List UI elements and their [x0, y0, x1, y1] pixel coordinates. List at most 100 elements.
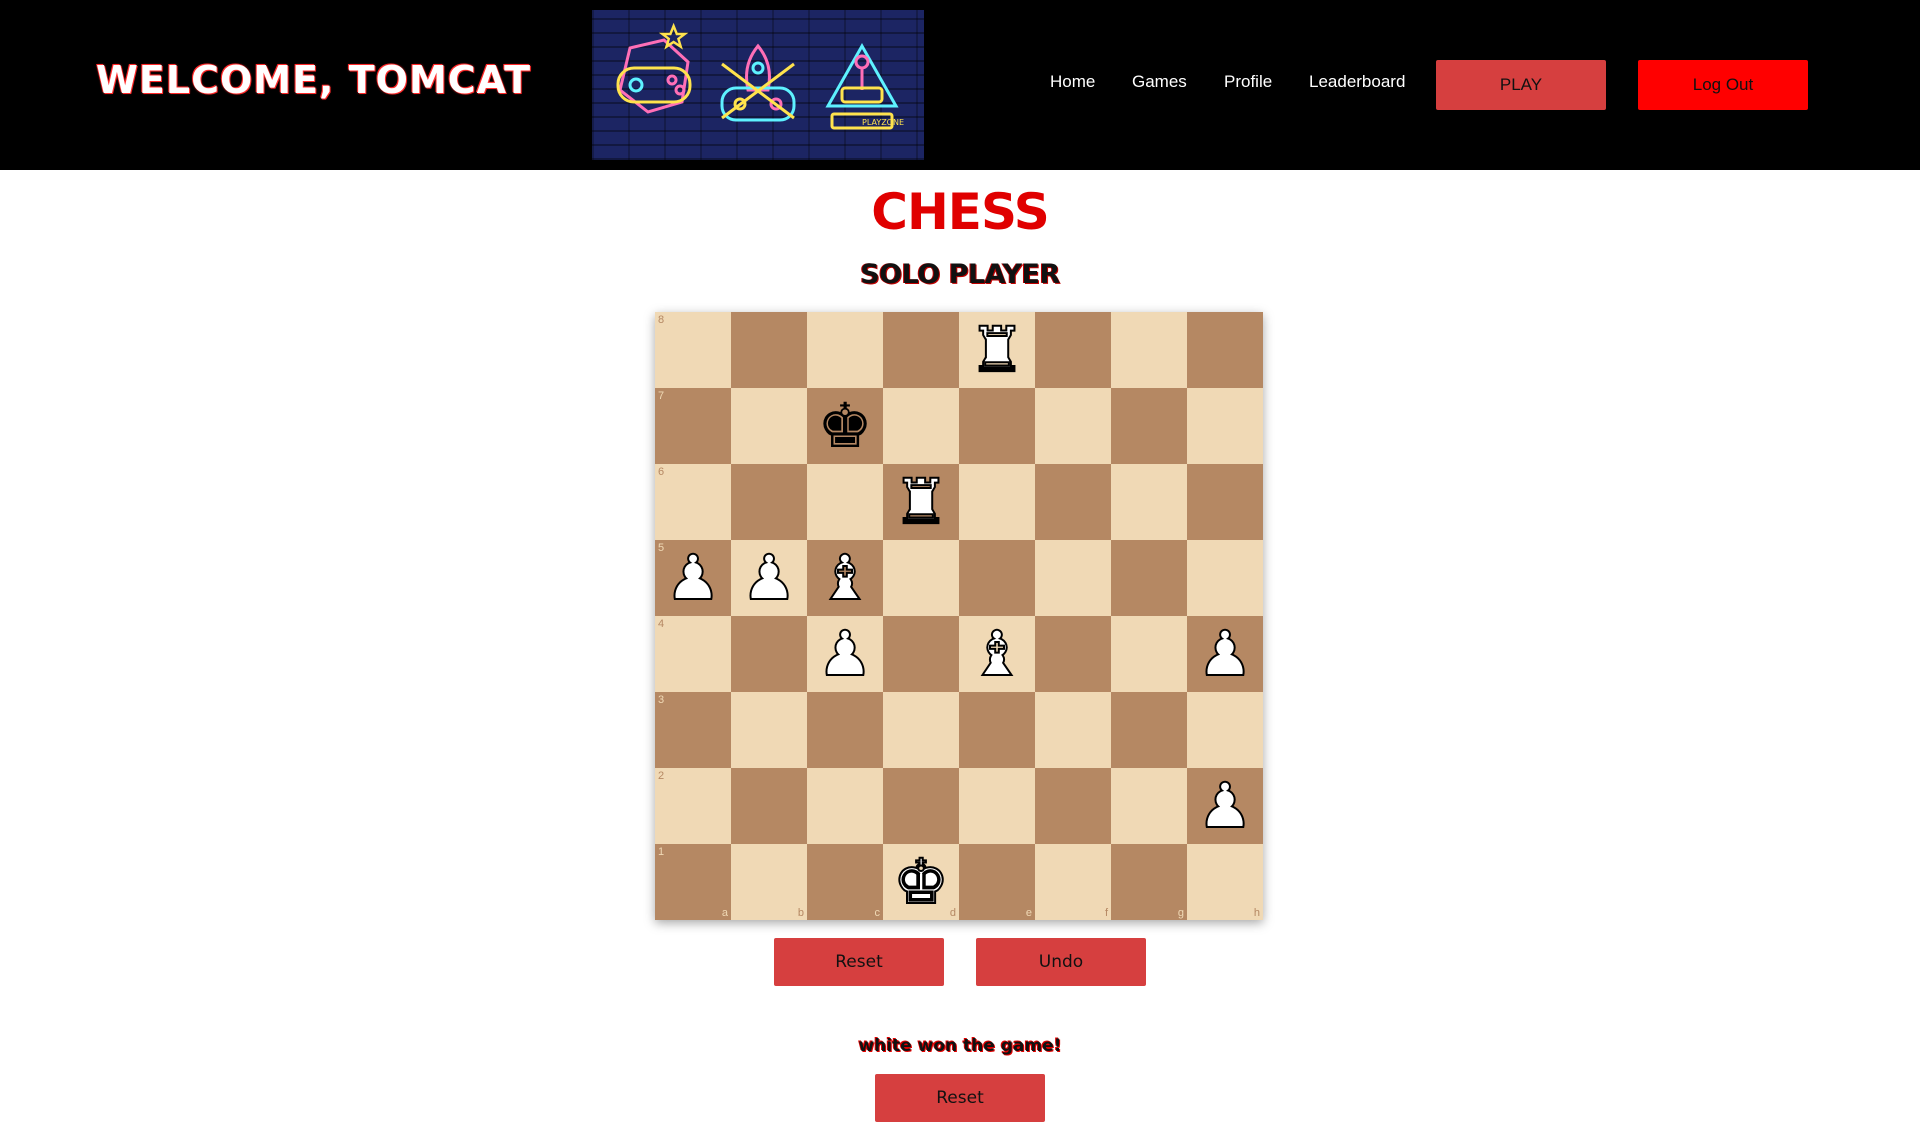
rank-label: 4 [658, 618, 665, 630]
square-f6[interactable] [1035, 464, 1111, 540]
square-g5[interactable] [1111, 540, 1187, 616]
square-c5[interactable]: ♝ [807, 540, 883, 616]
logout-button[interactable]: Log Out [1638, 60, 1808, 110]
file-label: c [874, 907, 881, 919]
file-label: f [1104, 907, 1108, 919]
square-e4[interactable]: ♝ [959, 616, 1035, 692]
square-b2[interactable] [731, 768, 807, 844]
square-d8[interactable] [883, 312, 959, 388]
square-g2[interactable] [1111, 768, 1187, 844]
white-king-piece[interactable]: ♚ [883, 844, 959, 920]
square-h2[interactable]: ♟ [1187, 768, 1263, 844]
square-f3[interactable] [1035, 692, 1111, 768]
square-h6[interactable] [1187, 464, 1263, 540]
playzone-banner-logo: PLAYZONE [592, 10, 924, 160]
square-h8[interactable] [1187, 312, 1263, 388]
square-c2[interactable] [807, 768, 883, 844]
square-c6[interactable] [807, 464, 883, 540]
white-rook-piece[interactable]: ♜ [959, 312, 1035, 388]
square-h3[interactable] [1187, 692, 1263, 768]
square-a2[interactable]: 2 [655, 768, 731, 844]
top-header: WELCOME, TOMCAT PLAYZONE Home Games Prof… [0, 0, 1920, 170]
square-g3[interactable] [1111, 692, 1187, 768]
file-label: e [1025, 907, 1032, 919]
square-g4[interactable] [1111, 616, 1187, 692]
gamepad-neon-icon [616, 22, 692, 114]
chessboard[interactable]: 8 ♜ 7 ♚ 6 ♜ 5 ♟ ♟ ♝ 4 ♟ ♝ ♟ 3 2 ♟ 1 a b c d ♚ e f g h [655, 312, 1263, 920]
rank-label: 2 [658, 770, 665, 782]
page-subtitle: SOLO PLAYER [860, 259, 1060, 290]
square-e8[interactable]: ♜ [959, 312, 1035, 388]
square-a5[interactable]: 5 ♟ [655, 540, 731, 616]
square-e5[interactable] [959, 540, 1035, 616]
square-c3[interactable] [807, 692, 883, 768]
white-bishop-piece[interactable]: ♝ [959, 616, 1035, 692]
square-h7[interactable] [1187, 388, 1263, 464]
square-b7[interactable] [731, 388, 807, 464]
square-c1[interactable]: c [807, 844, 883, 920]
square-d1[interactable]: d ♚ [883, 844, 959, 920]
square-g8[interactable] [1111, 312, 1187, 388]
rank-label: 1 [658, 846, 665, 858]
undo-button[interactable]: Undo [976, 938, 1146, 986]
white-pawn-piece[interactable]: ♟ [1187, 768, 1263, 844]
square-b1[interactable]: b [731, 844, 807, 920]
square-d6[interactable]: ♜ [883, 464, 959, 540]
nav-profile-link[interactable]: Profile [1224, 72, 1272, 92]
square-b8[interactable] [731, 312, 807, 388]
square-h1[interactable]: h [1187, 844, 1263, 920]
rank-label: 8 [658, 314, 665, 326]
white-rook-piece[interactable]: ♜ [883, 464, 959, 540]
square-d3[interactable] [883, 692, 959, 768]
square-f4[interactable] [1035, 616, 1111, 692]
square-d2[interactable] [883, 768, 959, 844]
white-bishop-piece[interactable]: ♝ [807, 540, 883, 616]
square-c7[interactable]: ♚ [807, 388, 883, 464]
square-a7[interactable]: 7 [655, 388, 731, 464]
square-a1[interactable]: 1a [655, 844, 731, 920]
square-f2[interactable] [1035, 768, 1111, 844]
square-f1[interactable]: f [1035, 844, 1111, 920]
square-g7[interactable] [1111, 388, 1187, 464]
nav-leaderboard-link[interactable]: Leaderboard [1309, 72, 1405, 92]
square-e1[interactable]: e [959, 844, 1035, 920]
reset-button[interactable]: Reset [774, 938, 944, 986]
nav-home-link[interactable]: Home [1050, 72, 1095, 92]
square-d4[interactable] [883, 616, 959, 692]
square-g1[interactable]: g [1111, 844, 1187, 920]
square-c4[interactable]: ♟ [807, 616, 883, 692]
square-c8[interactable] [807, 312, 883, 388]
square-e6[interactable] [959, 464, 1035, 540]
square-a3[interactable]: 3 [655, 692, 731, 768]
white-pawn-piece[interactable]: ♟ [731, 540, 807, 616]
square-h4[interactable]: ♟ [1187, 616, 1263, 692]
square-f7[interactable] [1035, 388, 1111, 464]
rank-label: 7 [658, 390, 665, 402]
square-b6[interactable] [731, 464, 807, 540]
square-a8[interactable]: 8 [655, 312, 731, 388]
square-g6[interactable] [1111, 464, 1187, 540]
square-d5[interactable] [883, 540, 959, 616]
rank-label: 6 [658, 466, 665, 478]
square-e7[interactable] [959, 388, 1035, 464]
square-e2[interactable] [959, 768, 1035, 844]
square-a6[interactable]: 6 [655, 464, 731, 540]
square-b5[interactable]: ♟ [731, 540, 807, 616]
white-pawn-piece[interactable]: ♟ [1187, 616, 1263, 692]
reset-game-button[interactable]: Reset [875, 1074, 1045, 1122]
square-a4[interactable]: 4 [655, 616, 731, 692]
play-button[interactable]: PLAY [1436, 60, 1606, 110]
square-d7[interactable] [883, 388, 959, 464]
square-b3[interactable] [731, 692, 807, 768]
square-e3[interactable] [959, 692, 1035, 768]
file-label: b [797, 907, 804, 919]
nav-games-link[interactable]: Games [1132, 72, 1187, 92]
square-f8[interactable] [1035, 312, 1111, 388]
square-b4[interactable] [731, 616, 807, 692]
white-pawn-piece[interactable]: ♟ [807, 616, 883, 692]
square-h5[interactable] [1187, 540, 1263, 616]
square-f5[interactable] [1035, 540, 1111, 616]
page-title: CHESS [871, 183, 1049, 241]
white-pawn-piece[interactable]: ♟ [655, 540, 731, 616]
black-king-piece[interactable]: ♚ [807, 388, 883, 464]
